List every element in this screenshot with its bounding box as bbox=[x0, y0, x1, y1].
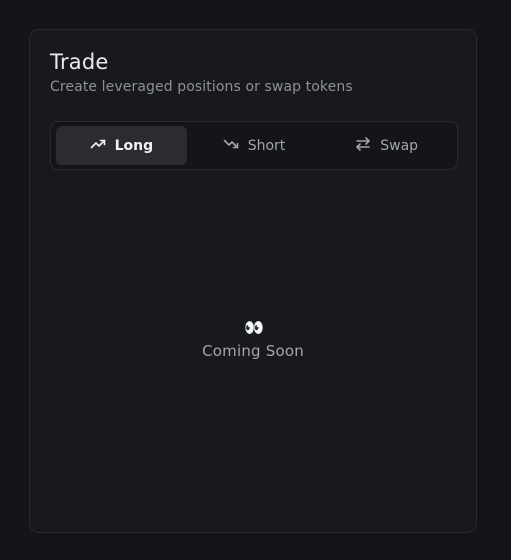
tab-short-label: Short bbox=[247, 137, 286, 154]
coming-soon-text: Coming Soon bbox=[202, 342, 304, 360]
swap-arrows-icon bbox=[355, 136, 371, 156]
empty-state: 👀 Coming Soon bbox=[30, 318, 476, 360]
trade-mode-tabs: Long Short Swap bbox=[50, 121, 458, 170]
trade-card: Trade Create leveraged positions or swap… bbox=[29, 29, 477, 533]
trending-up-icon bbox=[90, 136, 106, 156]
tab-long[interactable]: Long bbox=[56, 126, 187, 165]
eyes-icon: 👀 bbox=[244, 318, 264, 337]
trending-down-icon bbox=[223, 136, 239, 156]
tab-long-label: Long bbox=[114, 137, 154, 154]
tab-short[interactable]: Short bbox=[189, 126, 320, 165]
page-title: Trade bbox=[50, 50, 109, 74]
page-subtitle: Create leveraged positions or swap token… bbox=[50, 79, 353, 95]
tab-swap-label: Swap bbox=[380, 137, 419, 154]
card-header: Trade Create leveraged positions or swap… bbox=[50, 48, 456, 96]
tab-swap[interactable]: Swap bbox=[321, 126, 452, 165]
